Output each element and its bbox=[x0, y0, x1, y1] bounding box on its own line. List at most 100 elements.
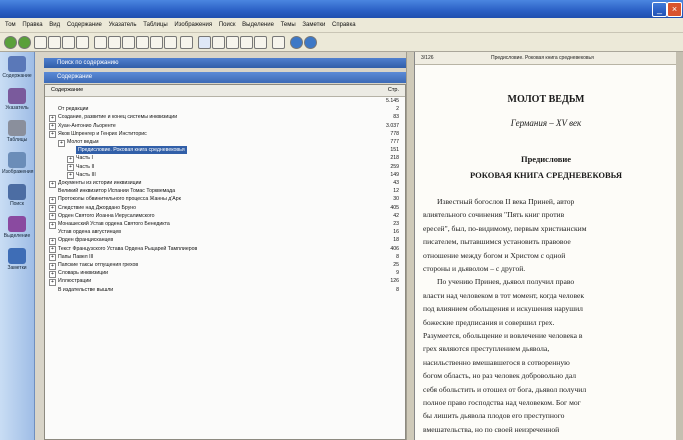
page-indicator: 3/126 bbox=[421, 55, 434, 61]
pen-red-icon[interactable] bbox=[212, 36, 225, 49]
view-mode-3-icon[interactable] bbox=[122, 36, 135, 49]
close-button[interactable]: × bbox=[667, 2, 682, 17]
nav-search[interactable]: Поиск bbox=[2, 184, 32, 207]
toc-item[interactable]: + Яков Шпренгер и Генрих Инститорис 778 bbox=[45, 130, 405, 139]
toc-item[interactable]: Великий инквизитор Испании Томас Торквем… bbox=[45, 187, 405, 195]
toc-item[interactable]: + Орден Святого Иоанна Иерусалимского 42 bbox=[45, 212, 405, 221]
menu-item[interactable]: Правка bbox=[22, 22, 42, 28]
view-mode-4-icon[interactable] bbox=[136, 36, 149, 49]
menu-item[interactable]: Выделение bbox=[242, 22, 274, 28]
toc-item[interactable]: + Протоколы обвинительного процесса Жанны… bbox=[45, 195, 405, 204]
toc-item[interactable]: Устав ордена августинцев 16 bbox=[45, 228, 405, 236]
back-icon[interactable] bbox=[4, 36, 17, 49]
view-mode-6-icon[interactable] bbox=[164, 36, 177, 49]
view-mode-5-icon[interactable] bbox=[150, 36, 163, 49]
toc-item[interactable]: + Документы из истории инквизиции 43 bbox=[45, 179, 405, 188]
nav-label: Таблицы bbox=[6, 137, 28, 143]
toc-item[interactable]: + Иллюстрации 126 bbox=[45, 277, 405, 286]
nav-label: Поиск bbox=[10, 201, 24, 207]
toc-item[interactable]: + Молот ведьм 777 bbox=[45, 138, 405, 147]
contents-tab[interactable]: Содержание bbox=[44, 72, 406, 83]
toc-item-page: 2 bbox=[396, 106, 399, 113]
window-title-bar: _ × bbox=[0, 0, 683, 18]
toc-item[interactable]: + Часть I 218 bbox=[45, 154, 405, 163]
toc-item[interactable]: + Часть III 149 bbox=[45, 171, 405, 180]
toc-item-label: От редакции bbox=[58, 106, 89, 113]
toc-col-title: Содержание bbox=[51, 87, 84, 93]
nav-contents[interactable]: Содержание bbox=[2, 56, 32, 79]
toc-item-label: Словарь инквизиции bbox=[58, 270, 109, 277]
document-line: полное право господства над человеком. Б… bbox=[423, 398, 581, 407]
toc-item[interactable]: 5.145 bbox=[45, 97, 405, 105]
nav-images[interactable]: Изображения bbox=[2, 152, 33, 175]
view-mode-1-icon[interactable] bbox=[94, 36, 107, 49]
toc-item[interactable]: + Текст Французского Устава Ордена Рыцаре… bbox=[45, 245, 405, 254]
toc-item-page: 3.037 bbox=[386, 122, 399, 129]
toc-item[interactable]: + Следствие над Джордано Бруно 405 bbox=[45, 204, 405, 213]
toc-item-page: 777 bbox=[390, 139, 399, 145]
toc-item[interactable]: + Орден францисканцев 18 bbox=[45, 236, 405, 245]
toc-item-page: 778 bbox=[390, 130, 399, 137]
document-line: божеские предписания и совершил грех. bbox=[423, 317, 555, 327]
menu-item[interactable]: Таблицы bbox=[143, 22, 168, 28]
document-line: стороны и дьяволом – с другой. bbox=[423, 264, 526, 273]
notes-icon bbox=[8, 248, 26, 264]
toc-item[interactable]: + Словарь инквизиции 9 bbox=[45, 269, 405, 278]
view-mode-2-icon[interactable] bbox=[108, 36, 121, 49]
nav-index[interactable]: Указатель bbox=[2, 88, 32, 111]
chapter-heading: РОКОВАЯ КНИГА СРЕДНЕВЕКОВЬЯ bbox=[470, 170, 622, 180]
book-icon bbox=[8, 56, 26, 72]
nav-next-icon[interactable] bbox=[304, 36, 317, 49]
menu-item[interactable]: Том bbox=[5, 22, 16, 28]
document-line: влиятельного сочинения "Пять книг против bbox=[423, 210, 565, 220]
paste-icon[interactable] bbox=[76, 36, 89, 49]
print-icon[interactable] bbox=[34, 36, 47, 49]
toc-item-page: 25 bbox=[393, 262, 399, 268]
toc-item[interactable]: + Монашеский Устав ордена Святого Бенедик… bbox=[45, 220, 405, 229]
toc-item-label: Документы из истории инквизиции bbox=[58, 180, 142, 186]
menu-item[interactable]: Темы bbox=[281, 22, 296, 28]
menu-item[interactable]: Вид bbox=[49, 22, 60, 28]
menu-item[interactable]: Заметки bbox=[302, 22, 325, 28]
menu-item[interactable]: Содержание bbox=[67, 22, 102, 28]
search-contents-bar[interactable]: Поиск по содержанию bbox=[44, 58, 406, 68]
view-mode-7-icon[interactable] bbox=[180, 36, 193, 49]
toc-item[interactable]: Предисловие. Роковая книга средневековья… bbox=[45, 146, 405, 155]
menu-item[interactable]: Справка bbox=[332, 22, 356, 28]
nav-label: Содержание bbox=[2, 73, 32, 79]
eraser-icon[interactable] bbox=[272, 36, 285, 49]
toc-item[interactable]: + Папы Павел III 8 bbox=[45, 253, 405, 262]
nav-label: Выделение bbox=[3, 233, 31, 239]
pen-green-icon[interactable] bbox=[240, 36, 253, 49]
copy-icon[interactable] bbox=[62, 36, 75, 49]
menu-item[interactable]: Поиск bbox=[219, 22, 236, 28]
highlight-icon bbox=[8, 216, 26, 232]
left-nav-bar: Содержание Указатель Таблицы Изображения… bbox=[0, 52, 35, 440]
forward-icon[interactable] bbox=[18, 36, 31, 49]
nav-highlight[interactable]: Выделение bbox=[2, 216, 32, 239]
menu-item[interactable]: Указатель bbox=[109, 22, 137, 28]
cut-icon[interactable] bbox=[48, 36, 61, 49]
toc-item-page: 259 bbox=[390, 163, 399, 170]
nav-tables[interactable]: Таблицы bbox=[2, 120, 32, 143]
pen-yellow-icon[interactable] bbox=[254, 36, 267, 49]
menu-item[interactable]: Изображения bbox=[174, 22, 212, 28]
toc-item[interactable]: + Часть II 259 bbox=[45, 163, 405, 172]
nav-label: Указатель bbox=[5, 105, 29, 111]
toc-item[interactable]: + Хуан-Антонио Льоренте 3.037 bbox=[45, 122, 405, 131]
document-header: 3/126 Предисловие. Роковая книга среднев… bbox=[415, 52, 677, 65]
toc-item-page: 83 bbox=[393, 114, 399, 121]
nav-notes[interactable]: Заметки bbox=[2, 248, 32, 271]
minimize-button[interactable]: _ bbox=[652, 2, 667, 17]
pen-blue-icon[interactable] bbox=[226, 36, 239, 49]
toc-item[interactable]: + Создание, развитие и конец системы инкв… bbox=[45, 113, 405, 122]
toc-item[interactable]: + Папские таксы отпущения грехов 25 bbox=[45, 261, 405, 270]
nav-prev-icon[interactable] bbox=[290, 36, 303, 49]
toc-item[interactable]: От редакции 2 bbox=[45, 105, 405, 113]
toc-item[interactable]: В издательстве вышли 8 bbox=[45, 286, 405, 294]
toc-item-label: Орден францисканцев bbox=[58, 237, 114, 244]
toc-item-label: Великий инквизитор Испании Томас Торквем… bbox=[58, 188, 176, 195]
toc-item-label: Хуан-Антонио Льоренте bbox=[58, 122, 116, 129]
document-line: грех являются преступлением дьявола, bbox=[423, 344, 550, 354]
text-cursor-icon[interactable] bbox=[198, 36, 211, 49]
